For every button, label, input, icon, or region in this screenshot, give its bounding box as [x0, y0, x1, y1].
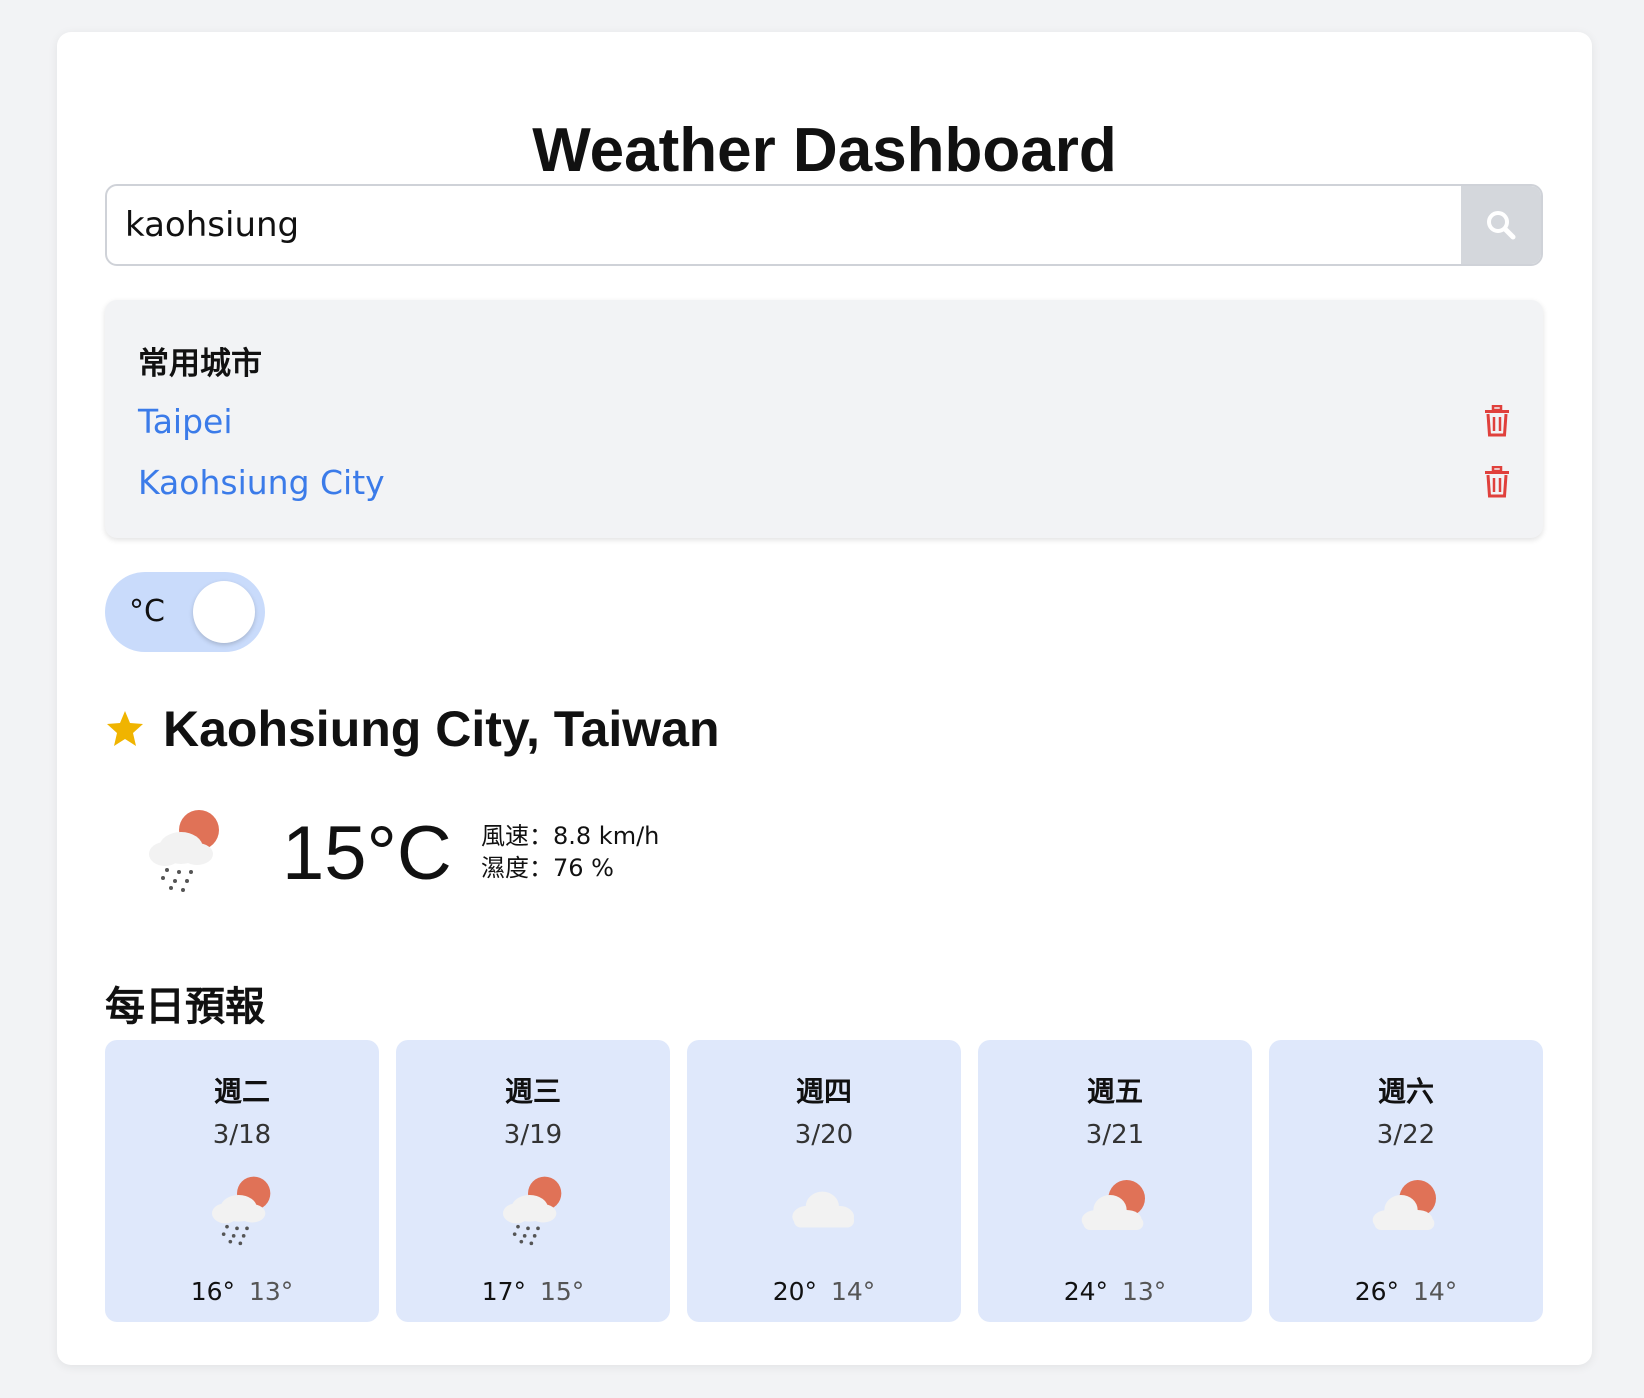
trash-icon — [1485, 466, 1509, 498]
forecast-low: 13° — [1122, 1277, 1167, 1306]
humidity: 濕度：76 % — [481, 854, 614, 882]
favorite-city-row: Taipei — [138, 395, 1510, 447]
forecast-high: 24° — [1063, 1277, 1108, 1306]
current-details: 風速：8.8 km/h 濕度：76 % — [481, 820, 659, 884]
forecast-date: 3/18 — [212, 1120, 272, 1150]
forecast-day-card[interactable]: 週六 3/22 26° 14° — [1269, 1040, 1543, 1322]
page-title: Weather Dashboard — [532, 116, 1117, 185]
forecast-day-card[interactable]: 週四 3/20 20° 14° — [687, 1040, 961, 1322]
forecast-day-name: 週二 — [213, 1075, 270, 1108]
unit-toggle-knob — [193, 581, 255, 643]
search-button[interactable] — [1461, 186, 1541, 264]
forecast-temps: 20° 14° — [687, 1277, 961, 1306]
forecast-day-name: 週四 — [795, 1075, 852, 1108]
delete-taipei-button[interactable] — [1484, 405, 1510, 437]
unit-toggle-label: °C — [129, 594, 165, 629]
forecast-low: 14° — [1413, 1277, 1458, 1306]
forecast-day-card[interactable]: 週二 3/18 16° 13° — [105, 1040, 379, 1322]
partly-cloudy-icon — [1081, 1180, 1145, 1230]
forecast-low: 15° — [540, 1277, 585, 1306]
forecast-date: 3/22 — [1376, 1120, 1436, 1150]
forecast-high: 16° — [190, 1277, 235, 1306]
forecast-date: 3/20 — [794, 1120, 854, 1150]
forecast-day-card[interactable]: 週三 3/19 17° 15° — [396, 1040, 670, 1322]
delete-kaohsiung-button[interactable] — [1484, 466, 1510, 498]
forecast-high: 17° — [481, 1277, 526, 1306]
forecast-high: 20° — [772, 1277, 817, 1306]
search-icon — [1487, 211, 1516, 240]
trash-icon — [1485, 405, 1509, 437]
wind-speed: 風速：8.8 km/h — [481, 822, 660, 850]
forecast-low: 13° — [249, 1277, 294, 1306]
forecast-day-name: 週六 — [1377, 1075, 1434, 1108]
rain-sun-icon — [503, 1176, 562, 1246]
star-icon — [107, 711, 143, 746]
cloud-icon — [792, 1191, 854, 1228]
forecast-date: 3/19 — [503, 1120, 563, 1150]
unit-toggle[interactable]: °C — [105, 572, 265, 652]
favorite-cities-panel: 常用城市 Taipei Kaohsiung City — [105, 300, 1543, 538]
daily-forecast-title: 每日預報 — [105, 984, 265, 1030]
search-bar — [105, 184, 1543, 266]
forecast-high: 26° — [1354, 1277, 1399, 1306]
favorite-city-link-taipei[interactable]: Taipei — [138, 402, 233, 441]
forecast-temps: 26° 14° — [1269, 1277, 1543, 1306]
location-title: Kaohsiung City, Taiwan — [163, 701, 720, 757]
current-temperature: 15°C — [282, 811, 452, 896]
forecast-low: 14° — [831, 1277, 876, 1306]
dashboard-card: Weather Dashboard 常用城市 Taipei — [57, 32, 1592, 1365]
forecast-temps: 24° 13° — [978, 1277, 1252, 1306]
favorite-star-button[interactable] — [105, 709, 145, 749]
forecast-day-name: 週三 — [504, 1075, 561, 1108]
daily-forecast-list: 週二 3/18 16° 13° 週三 3/19 17° 15° 週四 3/20 … — [105, 1040, 1543, 1322]
partly-cloudy-icon — [1372, 1180, 1436, 1230]
favorite-cities-title: 常用城市 — [138, 346, 262, 382]
rain-sun-icon — [149, 810, 219, 892]
current-location: Kaohsiung City, Taiwan — [105, 700, 720, 758]
forecast-day-card[interactable]: 週五 3/21 24° 13° — [978, 1040, 1252, 1322]
search-input[interactable] — [107, 186, 1461, 264]
favorite-city-row: Kaohsiung City — [138, 456, 1510, 508]
forecast-day-name: 週五 — [1086, 1075, 1143, 1108]
forecast-temps: 17° 15° — [396, 1277, 670, 1306]
rain-sun-icon — [212, 1176, 271, 1246]
favorite-city-link-kaohsiung[interactable]: Kaohsiung City — [138, 463, 385, 502]
forecast-date: 3/21 — [1085, 1120, 1145, 1150]
forecast-temps: 16° 13° — [105, 1277, 379, 1306]
